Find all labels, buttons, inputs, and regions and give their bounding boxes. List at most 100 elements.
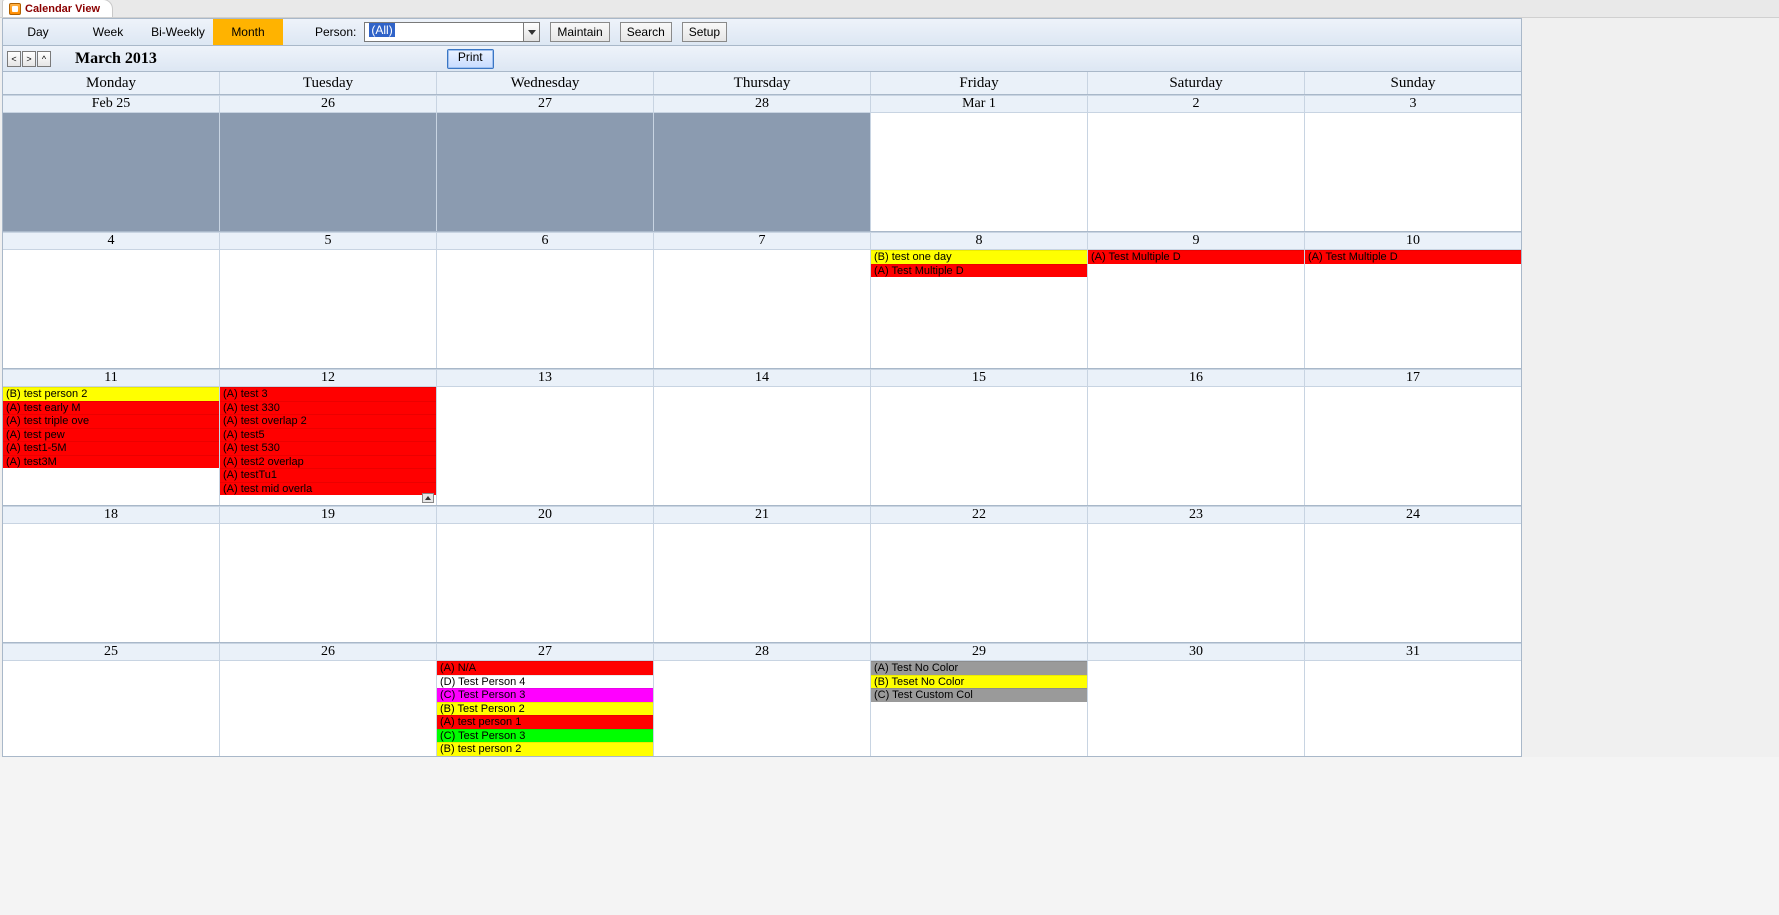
day-cell[interactable]: (A) N/A(D) Test Person 4(C) Test Person … <box>436 661 653 756</box>
calendar-event[interactable]: (C) Test Person 3 <box>437 729 653 743</box>
date-header[interactable]: 22 <box>870 506 1087 524</box>
date-header[interactable]: 2 <box>1087 95 1304 113</box>
date-header[interactable]: 23 <box>1087 506 1304 524</box>
date-header[interactable]: 10 <box>1304 232 1521 250</box>
calendar-event[interactable]: (A) test triple ove <box>3 414 219 428</box>
calendar-event[interactable]: (A) testTu1 <box>220 468 436 482</box>
person-combo[interactable]: (All) <box>364 22 524 42</box>
day-cell[interactable]: (A) Test Multiple D <box>1304 250 1521 368</box>
calendar-event[interactable]: (B) Teset No Color <box>871 675 1087 689</box>
date-header[interactable]: 30 <box>1087 643 1304 661</box>
day-cell[interactable] <box>870 524 1087 642</box>
date-header[interactable]: 31 <box>1304 643 1521 661</box>
date-header[interactable]: 12 <box>219 369 436 387</box>
day-cell[interactable]: (A) test 3(A) test 330(A) test overlap 2… <box>219 387 436 505</box>
date-header[interactable]: 20 <box>436 506 653 524</box>
date-header[interactable]: Mar 1 <box>870 95 1087 113</box>
date-header[interactable]: 28 <box>653 95 870 113</box>
calendar-event[interactable]: (B) test person 2 <box>437 742 653 756</box>
day-cell[interactable] <box>653 661 870 756</box>
date-header[interactable]: 18 <box>3 506 219 524</box>
calendar-event[interactable]: (A) test 530 <box>220 441 436 455</box>
date-header[interactable]: 29 <box>870 643 1087 661</box>
day-cell[interactable] <box>3 113 219 231</box>
date-header[interactable]: 26 <box>219 95 436 113</box>
date-header[interactable]: 26 <box>219 643 436 661</box>
day-cell[interactable] <box>436 113 653 231</box>
date-header[interactable]: 14 <box>653 369 870 387</box>
calendar-event[interactable]: (A) test 3 <box>220 387 436 401</box>
day-cell[interactable] <box>1304 113 1521 231</box>
calendar-event[interactable]: (A) Test Multiple D <box>871 264 1087 278</box>
date-header[interactable]: 15 <box>870 369 1087 387</box>
day-cell[interactable] <box>1087 113 1304 231</box>
day-cell[interactable] <box>219 661 436 756</box>
calendar-event[interactable]: (C) Test Custom Col <box>871 688 1087 702</box>
person-combo-dropdown[interactable] <box>524 22 540 42</box>
day-cell[interactable] <box>1087 661 1304 756</box>
date-header[interactable]: 5 <box>219 232 436 250</box>
today-button[interactable]: ^ <box>37 51 51 67</box>
view-day-button[interactable]: Day <box>3 19 73 45</box>
date-header[interactable]: 24 <box>1304 506 1521 524</box>
day-cell[interactable] <box>436 250 653 368</box>
calendar-event[interactable]: (A) test5 <box>220 428 436 442</box>
day-cell[interactable] <box>870 387 1087 505</box>
date-header[interactable]: 3 <box>1304 95 1521 113</box>
calendar-event[interactable]: (D) Test Person 4 <box>437 675 653 689</box>
date-header[interactable]: 19 <box>219 506 436 524</box>
calendar-event[interactable]: (A) test person 1 <box>437 715 653 729</box>
date-header[interactable]: 25 <box>3 643 219 661</box>
calendar-event[interactable]: (A) Test Multiple D <box>1305 250 1521 264</box>
day-cell[interactable] <box>219 250 436 368</box>
day-cell[interactable] <box>1304 524 1521 642</box>
calendar-event[interactable]: (C) Test Person 3 <box>437 688 653 702</box>
date-header[interactable]: 4 <box>3 232 219 250</box>
next-button[interactable]: > <box>22 51 36 67</box>
maintain-button[interactable]: Maintain <box>550 22 609 42</box>
calendar-event[interactable]: (A) Test Multiple D <box>1088 250 1304 264</box>
day-cell[interactable] <box>436 387 653 505</box>
setup-button[interactable]: Setup <box>682 22 727 42</box>
day-cell[interactable] <box>219 113 436 231</box>
day-cell[interactable]: (B) test person 2(A) test early M(A) tes… <box>3 387 219 505</box>
tab-calendar-view[interactable]: Calendar View <box>2 0 113 17</box>
date-header[interactable]: 6 <box>436 232 653 250</box>
day-cell[interactable] <box>1087 387 1304 505</box>
day-cell[interactable] <box>1304 661 1521 756</box>
calendar-event[interactable]: (A) Test No Color <box>871 661 1087 675</box>
date-header[interactable]: 16 <box>1087 369 1304 387</box>
view-week-button[interactable]: Week <box>73 19 143 45</box>
day-cell[interactable] <box>653 387 870 505</box>
calendar-event[interactable]: (A) test early M <box>3 401 219 415</box>
date-header[interactable]: 13 <box>436 369 653 387</box>
day-cell[interactable] <box>3 250 219 368</box>
calendar-event[interactable]: (A) test pew <box>3 428 219 442</box>
day-cell[interactable] <box>3 661 219 756</box>
calendar-event[interactable]: (A) test mid overla <box>220 482 436 496</box>
day-cell[interactable]: (B) test one day(A) Test Multiple D <box>870 250 1087 368</box>
day-cell[interactable] <box>436 524 653 642</box>
view-month-button[interactable]: Month <box>213 19 283 45</box>
calendar-event[interactable]: (A) test 330 <box>220 401 436 415</box>
date-header[interactable]: 28 <box>653 643 870 661</box>
calendar-event[interactable]: (A) test3M <box>3 455 219 469</box>
calendar-event[interactable]: (A) test overlap 2 <box>220 414 436 428</box>
more-events-button[interactable] <box>422 493 434 503</box>
day-cell[interactable] <box>3 524 219 642</box>
day-cell[interactable]: (A) Test No Color(B) Teset No Color(C) T… <box>870 661 1087 756</box>
day-cell[interactable] <box>219 524 436 642</box>
day-cell[interactable] <box>1087 524 1304 642</box>
day-cell[interactable] <box>653 250 870 368</box>
date-header[interactable]: 11 <box>3 369 219 387</box>
date-header[interactable]: 17 <box>1304 369 1521 387</box>
day-cell[interactable] <box>1304 387 1521 505</box>
date-header[interactable]: 27 <box>436 643 653 661</box>
calendar-event[interactable]: (A) test2 overlap <box>220 455 436 469</box>
day-cell[interactable]: (A) Test Multiple D <box>1087 250 1304 368</box>
calendar-event[interactable]: (B) Test Person 2 <box>437 702 653 716</box>
view-biweekly-button[interactable]: Bi-Weekly <box>143 19 213 45</box>
calendar-event[interactable]: (B) test person 2 <box>3 387 219 401</box>
date-header[interactable]: 21 <box>653 506 870 524</box>
calendar-event[interactable]: (B) test one day <box>871 250 1087 264</box>
